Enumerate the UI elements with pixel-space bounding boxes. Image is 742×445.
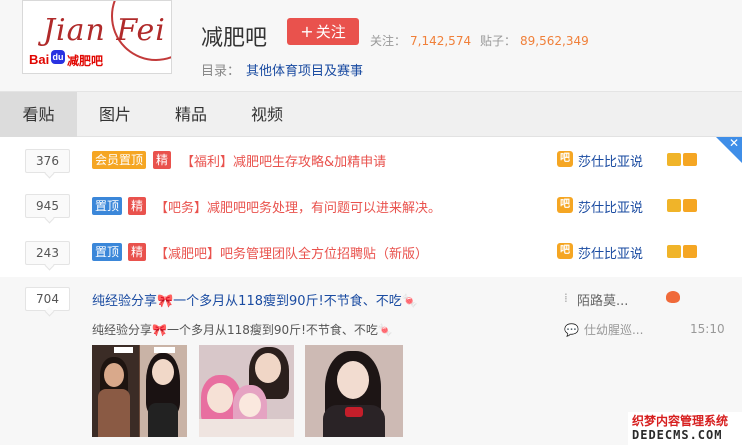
medal-icon: [667, 245, 681, 258]
pinned-tag: 置顶: [92, 197, 123, 215]
watermark-line2: DEDECMS.COM: [632, 428, 723, 442]
members-count: 7,142,574: [410, 34, 472, 48]
thread-title[interactable]: 【吧务】减肥吧吧务处理，有问题可以进来解决。: [155, 197, 441, 216]
medal-icon: [667, 199, 681, 212]
catalog-label: 目录：: [201, 64, 241, 79]
tab-bar: 看贴 图片 精品 视频: [0, 92, 742, 137]
posts-count: 89,562,349: [520, 34, 589, 48]
thread-title[interactable]: 【减肥吧】吧务管理团队全方位招聘贴（新版）: [155, 243, 428, 262]
thread-author[interactable]: 莎仕比亚说: [578, 151, 643, 170]
logo-script-text: Jian Fei: [43, 13, 166, 48]
plus-icon: +: [300, 22, 314, 41]
reply-count: 243: [25, 241, 70, 265]
forum-title[interactable]: 减肥吧: [201, 20, 267, 52]
medal-icon: [667, 153, 681, 166]
reply-icon: 💬: [564, 323, 579, 337]
featured-tag: 精: [128, 197, 147, 215]
tab-pictures[interactable]: 图片: [82, 92, 148, 137]
vip-icon: [683, 153, 697, 166]
author-icon: ⁞: [564, 291, 568, 305]
featured-tag: 精: [153, 151, 172, 169]
thread-row: 376 会员置顶 精 【福利】减肥吧生存攻略&加精申请 吧 莎仕比亚说: [0, 138, 742, 184]
thread-title[interactable]: 【福利】减肥吧生存攻略&加精申请: [181, 151, 386, 170]
posts-label: 贴子：: [480, 34, 517, 48]
moderator-icon: 吧: [557, 197, 573, 213]
watermark: 织梦内容管理系统 DEDECMS.COM: [628, 412, 742, 445]
follow-label: 关注: [315, 23, 346, 41]
thumbnail-3[interactable]: [305, 345, 403, 437]
baidu-paw-icon: du: [51, 50, 65, 64]
thread-abstract: 纯经验分享🎀一个多月从118瘦到90斤!不节食、不吃🍬: [92, 323, 393, 337]
tab-videos[interactable]: 视频: [234, 92, 300, 137]
thread-title[interactable]: 纯经验分享🎀一个多月从118瘦到90斤!不节食、不吃🍬: [92, 290, 418, 309]
last-replier-name: 仕幼腥巡...: [583, 323, 644, 337]
moderator-icon: 吧: [557, 151, 573, 167]
members-stat: 关注： 7,142,574: [370, 32, 471, 49]
catalog: 目录： 其他体育项目及赛事: [201, 60, 363, 79]
thread-author[interactable]: 陌路莫...: [577, 290, 628, 309]
last-replier[interactable]: 💬 仕幼腥巡...: [564, 321, 643, 338]
tab-posts[interactable]: 看贴: [0, 92, 77, 137]
forum-logo[interactable]: Jian Fei Bai du 减肥吧: [22, 0, 172, 74]
moderator-icon: 吧: [557, 243, 573, 259]
reply-count: 945: [25, 194, 70, 218]
thread-row: 945 置顶 精 【吧务】减肥吧吧务处理，有问题可以进来解决。 吧 莎仕比亚说: [0, 184, 742, 230]
tab-featured[interactable]: 精品: [158, 92, 224, 137]
catalog-link[interactable]: 其他体育项目及赛事: [246, 64, 363, 79]
member-pinned-tag: 会员置顶: [92, 151, 147, 169]
vip-icon: [683, 245, 697, 258]
watermark-line1: 织梦内容管理系统: [632, 414, 729, 428]
thread-author[interactable]: 莎仕比亚说: [578, 197, 643, 216]
featured-tag: 精: [128, 243, 147, 261]
reply-count: 704: [25, 287, 70, 311]
members-label: 关注：: [370, 34, 407, 48]
posts-stat: 贴子： 89,562,349: [480, 32, 589, 49]
thumbnail-2[interactable]: [199, 345, 294, 437]
reply-count: 376: [25, 149, 70, 173]
level-icon: [666, 291, 680, 303]
follow-button[interactable]: + 关注: [287, 18, 359, 45]
forum-header: Jian Fei Bai du 减肥吧 减肥吧 + 关注 关注： 7,142,574…: [0, 0, 742, 92]
pinned-tag: 置顶: [92, 243, 123, 261]
baidu-logo-text: Bai: [29, 52, 50, 67]
logo-forum-name: 减肥吧: [67, 54, 104, 68]
vip-icon: [683, 199, 697, 212]
thumbnail-1[interactable]: [92, 345, 187, 437]
thread-row: 243 置顶 精 【减肥吧】吧务管理团队全方位招聘贴（新版） 吧 莎仕比亚说: [0, 230, 742, 276]
thread-author[interactable]: 莎仕比亚说: [578, 243, 643, 262]
last-reply-time: 15:10: [690, 322, 725, 336]
